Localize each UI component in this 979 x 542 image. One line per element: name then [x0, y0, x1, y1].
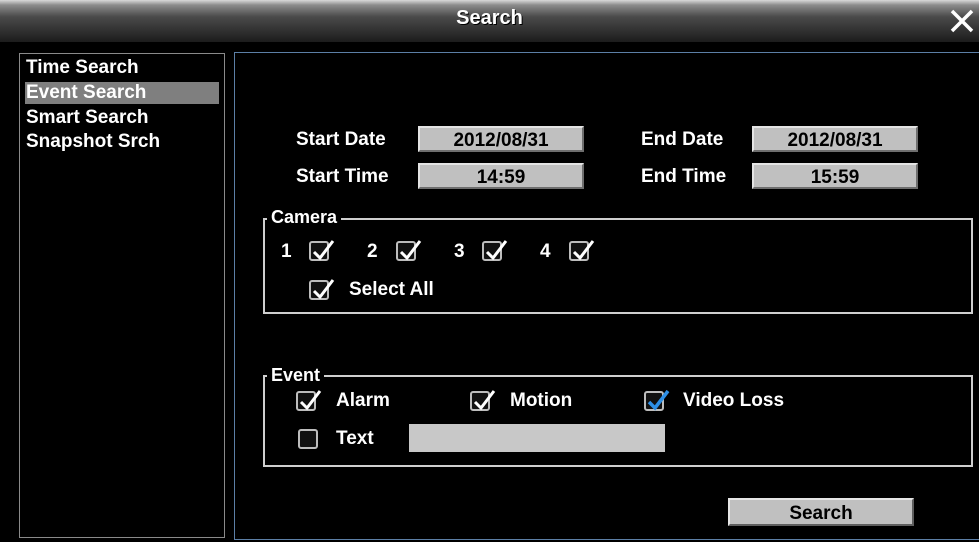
video-loss-checkbox[interactable] [644, 389, 670, 411]
motion-checkbox[interactable] [470, 390, 496, 411]
text-checkbox[interactable] [298, 429, 318, 449]
checkmark-icon [572, 240, 595, 261]
checkmark-icon [647, 389, 670, 411]
end-time-label: End Time [641, 166, 727, 187]
checkmark-icon [473, 390, 496, 411]
checkmark-icon [399, 240, 422, 261]
start-time-label: Start Time [296, 166, 389, 187]
camera-3-label: 3 [454, 241, 465, 262]
camera-4-checkbox[interactable] [569, 240, 595, 261]
search-button[interactable]: Search [728, 498, 914, 526]
checkmark-icon [312, 279, 335, 300]
checkmark-icon [485, 240, 508, 261]
end-date-label: End Date [641, 129, 724, 150]
search-mode-list: Time Search Event Search Smart Search Sn… [19, 53, 225, 538]
camera-4-label: 4 [540, 241, 551, 262]
checkmark-icon [299, 390, 322, 411]
start-date-label: Start Date [296, 129, 386, 150]
start-date-field[interactable]: 2012/08/31 [418, 126, 584, 152]
select-all-label: Select All [349, 279, 434, 300]
end-time-field[interactable]: 15:59 [752, 163, 918, 189]
start-time-field[interactable]: 14:59 [418, 163, 584, 189]
text-label: Text [336, 428, 374, 449]
camera-3-checkbox[interactable] [482, 240, 508, 261]
camera-2-label: 2 [367, 241, 378, 262]
sidebar-item-time-search[interactable]: Time Search [25, 57, 139, 79]
alarm-label: Alarm [336, 390, 390, 411]
checkmark-icon [312, 240, 335, 261]
camera-1-label: 1 [281, 241, 292, 262]
sidebar-item-smart-search[interactable]: Smart Search [25, 107, 149, 129]
camera-2-checkbox[interactable] [396, 240, 422, 261]
sidebar-item-snapshot-srch[interactable]: Snapshot Srch [25, 131, 160, 153]
end-date-field[interactable]: 2012/08/31 [752, 126, 918, 152]
alarm-checkbox[interactable] [296, 390, 322, 411]
event-legend: Event [267, 365, 325, 385]
window-title: Search [456, 7, 523, 29]
motion-label: Motion [510, 390, 573, 411]
sidebar-item-event-search[interactable]: Event Search [25, 82, 219, 104]
title-bar: Search [0, 0, 979, 44]
camera-1-checkbox[interactable] [309, 240, 335, 261]
camera-legend: Camera [267, 207, 342, 227]
video-loss-label: Video Loss [683, 390, 785, 411]
select-all-checkbox[interactable] [309, 279, 335, 300]
close-icon[interactable] [947, 6, 977, 36]
text-input[interactable] [409, 424, 665, 452]
